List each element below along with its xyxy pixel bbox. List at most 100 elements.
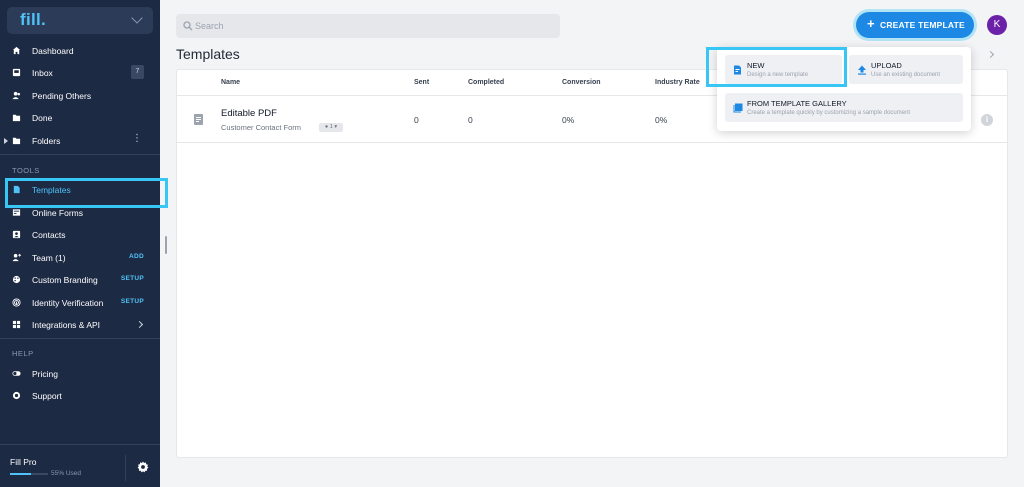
sidebar-item-inbox[interactable]: Inbox 7 (0, 63, 160, 83)
column-header-conversion[interactable]: Conversion (562, 79, 601, 86)
sidebar-item-label: Templates (32, 185, 71, 195)
column-header-sent[interactable]: Sent (414, 79, 429, 86)
signer-count-badge[interactable]: ● 1 ▾ (319, 123, 343, 132)
sidebar-item-team[interactable]: Team (1) ADD (0, 248, 160, 268)
conversion-value: 0% (562, 115, 575, 125)
sidebar-item-contacts[interactable]: Contacts (0, 225, 160, 245)
team-icon (12, 253, 21, 262)
sidebar-item-pending-others[interactable]: Pending Others (0, 86, 160, 106)
signer-count: 1 (329, 124, 333, 130)
kebab-menu-icon[interactable]: ⋮ (132, 134, 142, 144)
avatar[interactable]: K (987, 15, 1007, 35)
sidebar-item-integrations-api[interactable]: Integrations & API (0, 315, 160, 335)
sidebar-item-label: Pending Others (32, 91, 92, 101)
sidebar-item-label: Pricing (32, 369, 58, 379)
usage-progress-bar (10, 473, 48, 475)
column-header-industry-rate[interactable]: Industry Rate (655, 79, 700, 86)
chevron-right-icon[interactable] (986, 50, 995, 59)
industry-rate-value: 0% (655, 115, 668, 125)
upload-icon (858, 65, 866, 75)
create-template-menu: NEW Design a new template UPLOAD Use an … (717, 47, 971, 131)
contacts-icon (12, 230, 21, 239)
sidebar-item-label: Online Forms (32, 208, 84, 218)
sidebar-item-label: Dashboard (32, 46, 74, 56)
sidebar-item-label: Inbox (32, 68, 53, 78)
menu-option-description: Use an existing document (871, 72, 941, 78)
create-template-label: CREATE TEMPLATE (880, 20, 965, 30)
brand-logo: fill. (20, 10, 47, 29)
sidebar-item-label: Folders (32, 136, 61, 146)
form-icon (12, 209, 21, 216)
chevron-down-icon (131, 12, 143, 24)
template-icon (13, 185, 20, 194)
gallery-icon (733, 103, 743, 113)
inbox-icon (12, 68, 21, 77)
sidebar-item-custom-branding[interactable]: Custom Branding SETUP (0, 270, 160, 290)
more-options-icon[interactable]: i (981, 114, 993, 126)
new-document-icon (734, 65, 741, 75)
sidebar-item-templates[interactable]: Templates (0, 180, 160, 200)
plan-name: Fill Pro (10, 457, 37, 467)
sidebar-item-label: Support (32, 391, 62, 401)
plus-icon: + (867, 16, 875, 31)
template-subtitle: Customer Contact Form (221, 123, 302, 132)
menu-option-title: FROM TEMPLATE GALLERY (747, 99, 847, 108)
folder-check-icon (12, 114, 21, 122)
sidebar-divider (0, 154, 160, 155)
sidebar: fill. Dashboard Inbox 7 Pending Others D… (0, 0, 160, 487)
search-icon (183, 21, 193, 31)
sidebar-divider (0, 338, 160, 339)
home-icon (12, 46, 21, 55)
fingerprint-icon (12, 298, 21, 307)
help-heading: HELP (12, 349, 34, 358)
sidebar-item-pricing[interactable]: Pricing (0, 364, 160, 384)
search-input[interactable] (195, 18, 545, 34)
menu-option-template-gallery[interactable]: FROM TEMPLATE GALLERY Create a template … (725, 93, 963, 122)
completed-value: 0 (468, 115, 473, 125)
chevron-right-icon (135, 320, 144, 329)
sidebar-item-dashboard[interactable]: Dashboard (0, 41, 160, 61)
sidebar-item-label: Contacts (32, 230, 66, 240)
lifebuoy-icon (12, 391, 21, 400)
folder-icon (12, 137, 21, 145)
add-team-button[interactable]: ADD (129, 253, 144, 260)
sidebar-item-done[interactable]: Done (0, 108, 160, 128)
menu-option-description: Create a template quickly by customizing… (747, 110, 911, 116)
column-header-completed[interactable]: Completed (468, 79, 504, 86)
grid-icon (12, 320, 21, 329)
menu-option-upload[interactable]: UPLOAD Use an existing document (849, 55, 963, 84)
footer-divider (125, 455, 126, 481)
expand-triangle-icon[interactable] (4, 138, 8, 144)
setup-identity-button[interactable]: SETUP (121, 298, 144, 305)
usage-text: 55% Used (51, 470, 81, 477)
sidebar-item-identity-verification[interactable]: Identity Verification SETUP (0, 293, 160, 313)
users-icon (12, 91, 21, 100)
toggle-icon (12, 371, 21, 376)
sidebar-item-online-forms[interactable]: Online Forms (0, 203, 160, 223)
page-title: Templates (176, 46, 240, 62)
sidebar-item-support[interactable]: Support (0, 386, 160, 406)
search-bar[interactable] (176, 14, 560, 38)
sent-value: 0 (414, 115, 419, 125)
setup-branding-button[interactable]: SETUP (121, 275, 144, 282)
create-template-button[interactable]: + CREATE TEMPLATE (856, 12, 974, 38)
sidebar-item-label: Done (32, 113, 53, 123)
sidebar-item-label: Custom Branding (32, 275, 98, 285)
sidebar-resize-handle[interactable] (165, 236, 167, 254)
sidebar-item-label: Identity Verification (32, 298, 104, 308)
gear-icon[interactable] (137, 461, 149, 473)
column-header-name[interactable]: Name (221, 79, 240, 86)
template-title[interactable]: Editable PDF (221, 108, 277, 119)
inbox-count-badge: 7 (131, 65, 144, 79)
sidebar-item-label: Integrations & API (32, 320, 101, 330)
menu-option-description: Design a new template (747, 72, 809, 78)
usage-progress-fill (10, 473, 31, 475)
sidebar-footer: Fill Pro 55% Used (0, 444, 160, 487)
sidebar-item-label: Team (1) (32, 253, 66, 263)
workspace-switcher[interactable]: fill. (7, 7, 153, 34)
menu-option-new[interactable]: NEW Design a new template (725, 55, 842, 84)
palette-icon (12, 275, 21, 284)
menu-option-title: UPLOAD (871, 61, 902, 70)
sidebar-item-folders[interactable]: Folders ⋮ (0, 131, 160, 151)
menu-option-title: NEW (747, 61, 765, 70)
